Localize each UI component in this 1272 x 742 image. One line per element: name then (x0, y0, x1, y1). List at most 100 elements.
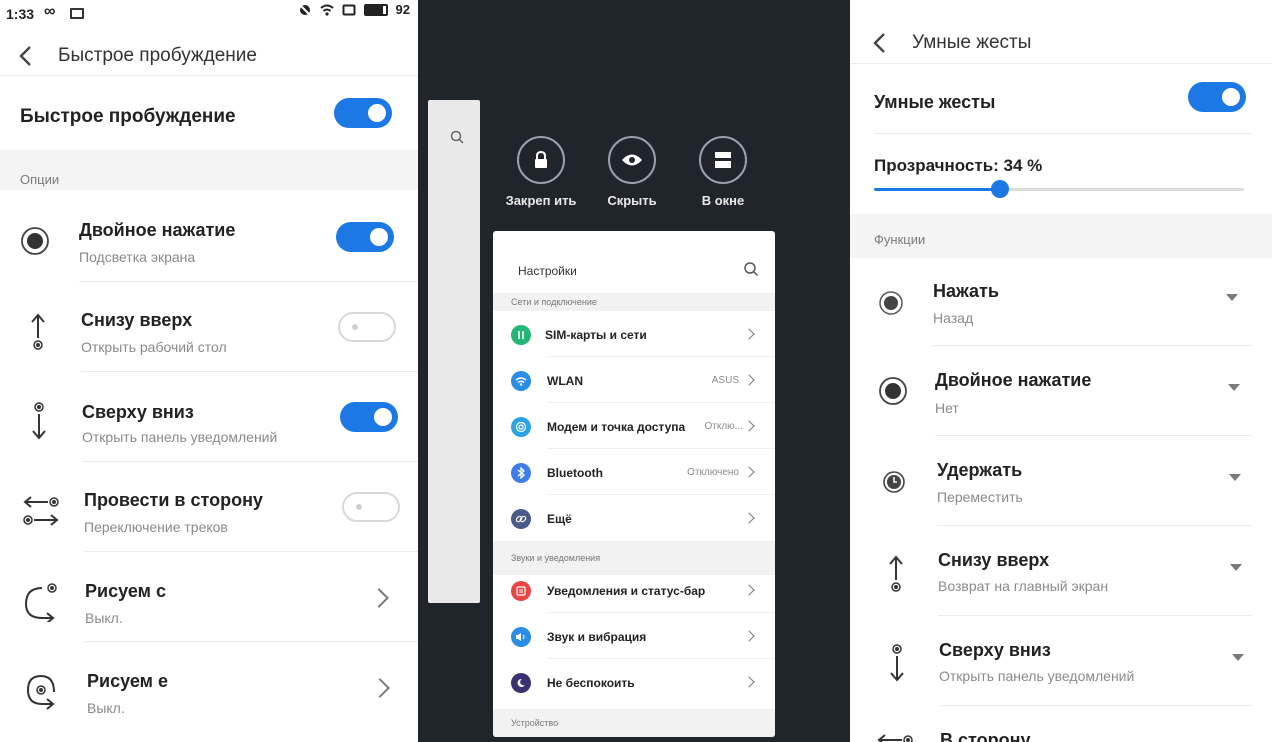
gesture-row-swipe-up[interactable]: Снизу вверх Открыть рабочий стол (0, 282, 418, 372)
slider-fill (874, 188, 1000, 191)
gesture-subtitle: Переключение треков (84, 519, 228, 535)
functions-section-label: Функции (874, 232, 926, 247)
lock-app-action[interactable]: Закреп ить (496, 136, 586, 210)
swipe-down-icon (32, 402, 46, 440)
dropdown-arrow-icon[interactable] (1232, 654, 1244, 661)
item-label: Модем и точка доступа (547, 420, 686, 434)
master-toggle[interactable] (334, 98, 392, 128)
dropdown-arrow-icon[interactable] (1226, 294, 1238, 301)
page-title: Быстрое пробуждение (58, 44, 257, 66)
gesture-row-swipe-sideways[interactable]: Провести в сторону Переключение треков (0, 462, 418, 552)
tap-icon (879, 291, 903, 315)
settings-item-bluetooth[interactable]: Bluetooth Отключено (493, 451, 775, 495)
gesture-row-swipe-down[interactable]: Сверху вниз Открыть панель уведомлений (0, 372, 418, 462)
item-value: Отключено (687, 467, 739, 478)
swipe-down-toggle[interactable] (340, 402, 398, 432)
back-arrow-icon[interactable] (868, 31, 892, 55)
previous-app-card[interactable] (428, 100, 480, 603)
gesture-row-draw-e[interactable]: Рисуем e Выкл. (0, 642, 418, 742)
settings-item-sim[interactable]: SIM-карты и сети (493, 313, 775, 357)
slider-thumb[interactable] (990, 180, 1009, 198)
draw-c-icon (24, 583, 57, 622)
network-section-header: Сети и подключение (493, 293, 775, 311)
gesture-title: В сторону (940, 730, 1031, 742)
gesture-row-swipe-sideways[interactable]: В сторону (850, 706, 1272, 742)
swipe-up-icon (31, 313, 45, 350)
link-icon (511, 509, 531, 529)
gesture-title: Снизу вверх (938, 550, 1050, 570)
dropdown-arrow-icon[interactable] (1230, 564, 1242, 571)
device-section-header: Устройство (493, 709, 775, 737)
chevron-right-icon (743, 630, 755, 642)
swipe-sideways-toggle[interactable] (342, 492, 400, 522)
gesture-subtitle: Открыть рабочий стол (81, 339, 227, 355)
swipe-sideways-icon (877, 734, 913, 742)
notification-icon (511, 581, 531, 601)
gesture-subtitle: Выкл. (85, 610, 123, 626)
sim-icon (511, 325, 531, 345)
double-tap-icon (879, 377, 907, 405)
gesture-subtitle: Подсветка экрана (79, 249, 196, 265)
back-arrow-icon[interactable] (14, 44, 38, 68)
gesture-row-double-tap[interactable]: Двойное нажатие Нет (850, 346, 1272, 436)
settings-item-dnd[interactable]: Не беспокоить (493, 661, 775, 705)
smart-gestures-screen: Умные жесты Умные жесты Прозрачность: 34… (850, 0, 1272, 742)
eye-icon (622, 154, 642, 166)
settings-app-card[interactable]: Настройки Сети и подключение SIM-карты и… (493, 231, 775, 737)
item-value: ASUS (711, 375, 739, 386)
battery-level: 92 (395, 2, 410, 17)
transparency-slider[interactable] (874, 188, 1244, 191)
double-tap-toggle[interactable] (336, 222, 394, 252)
item-label: SIM-карты и сети (545, 328, 647, 342)
battery-icon (363, 3, 388, 16)
double-tap-icon (21, 227, 49, 255)
gesture-subtitle: Нет (935, 400, 959, 416)
action-label: Закреп ить (505, 193, 577, 208)
master-switch-row[interactable]: Быстрое пробуждение (0, 80, 418, 150)
gesture-title: Удержать (937, 460, 1023, 480)
search-icon[interactable] (743, 261, 759, 277)
settings-item-hotspot[interactable]: Модем и точка доступа Отклю... (493, 405, 775, 449)
moon-icon (511, 673, 531, 693)
dropdown-arrow-icon[interactable] (1229, 474, 1241, 481)
gesture-subtitle: Переместить (937, 489, 1023, 505)
chevron-right-icon (370, 678, 390, 698)
bluetooth-icon (511, 463, 531, 483)
search-icon (450, 130, 464, 144)
gesture-row-tap[interactable]: Нажать Назад (850, 258, 1272, 346)
master-toggle[interactable] (1188, 82, 1246, 112)
gesture-row-hold[interactable]: Удержать Переместить (850, 436, 1272, 526)
settings-item-sound[interactable]: Звук и вибрация (493, 615, 775, 659)
hide-app-action[interactable]: Скрыть (587, 136, 677, 210)
chevron-right-icon (743, 584, 755, 596)
card-title: Настройки (518, 264, 577, 278)
options-section-header: Опции (0, 150, 418, 190)
divider (547, 402, 775, 403)
swipe-up-toggle[interactable] (338, 312, 396, 342)
gesture-row-double-tap[interactable]: Двойное нажатие Подсветка экрана (0, 192, 418, 282)
divider (547, 494, 775, 495)
window-mode-action[interactable]: В окне (678, 136, 768, 210)
gesture-row-swipe-up[interactable]: Снизу вверх Возврат на главный экран (850, 526, 1272, 616)
master-switch-label: Быстрое пробуждение (20, 106, 236, 127)
gesture-title: Рисуем c (85, 581, 166, 601)
action-label: Скрыть (607, 193, 657, 208)
gesture-title: Провести в сторону (84, 490, 263, 510)
draw-e-icon (26, 674, 55, 710)
gesture-title: Двойное нажатие (79, 220, 236, 240)
gesture-row-swipe-down[interactable]: Сверху вниз Открыть панель уведомлений (850, 616, 1272, 706)
chevron-right-icon (743, 466, 755, 478)
volume-icon (511, 627, 531, 647)
item-label: Ещё (547, 512, 572, 526)
settings-item-more[interactable]: Ещё (493, 497, 775, 541)
master-switch-row[interactable]: Умные жесты (850, 70, 1272, 134)
screen-icon (342, 4, 356, 15)
dropdown-arrow-icon[interactable] (1228, 384, 1240, 391)
chevron-right-icon (369, 588, 389, 608)
settings-item-notifications[interactable]: Уведомления и статус-бар (493, 569, 775, 613)
transparency-label: Прозрачность: 34 % (874, 156, 1043, 175)
gesture-row-draw-c[interactable]: Рисуем c Выкл. (0, 552, 418, 642)
item-label: Не беспокоить (547, 676, 635, 690)
gesture-title: Рисуем e (87, 671, 168, 691)
settings-item-wlan[interactable]: WLAN ASUS (493, 359, 775, 403)
